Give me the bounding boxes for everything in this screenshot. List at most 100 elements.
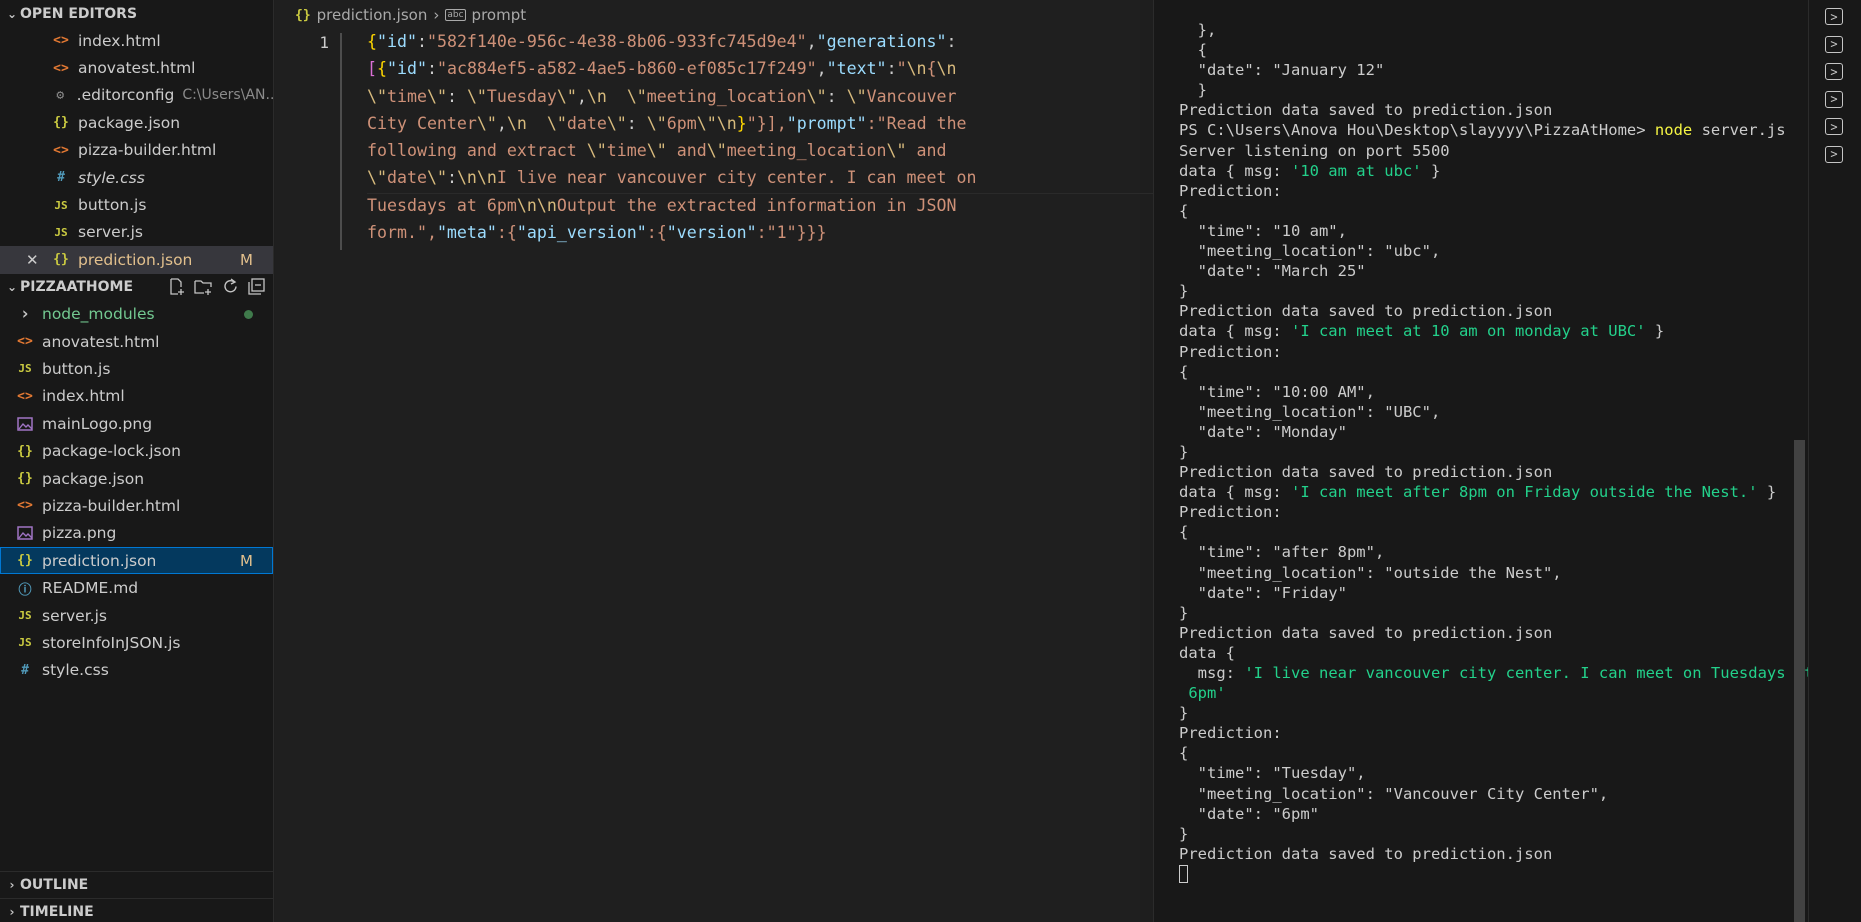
code-area[interactable]: {"id":"582f140e-956c-4e38-8b06-933fc745d… [367,28,1067,246]
chevron-down-icon: ⌄ [6,6,18,21]
chevron-right-icon: › [19,304,31,325]
code-line: \"date\":\n\nI live near vancouver city … [367,168,977,188]
code-line: Tuesdays at 6pm\n\nOutput the extracted … [367,195,957,215]
new-file-icon[interactable] [168,277,185,295]
open_editors-item[interactable]: <> index.html [0,27,273,54]
image-file-icon [14,417,36,431]
terminal-tab-icon[interactable]: > [1825,8,1843,25]
terminal-line: } [1179,81,1207,100]
breadcrumb-file[interactable]: prediction.json [317,6,428,24]
code-line: following and extract \"time\" and\"meet… [367,141,947,161]
terminal-output[interactable]: }, { "date": "January 12" } Prediction da… [1179,20,1814,884]
terminal-line: "meeting_location": "ubc", [1179,242,1441,261]
timeline-header[interactable]: › TIMELINE [0,898,274,922]
terminal-tab-icon[interactable]: > [1825,118,1843,135]
explorer-item[interactable]: {} package-lock.json [0,437,273,464]
explorer-item[interactable]: JS button.js [0,355,273,382]
chevron-right-icon: › [433,6,440,24]
file-name: package-lock.json [42,442,181,461]
terminal-tab-icon[interactable]: > [1825,63,1843,80]
html-file-icon: <> [53,142,69,158]
explorer-item[interactable]: › node_modules [0,301,273,328]
file-name: README.md [42,579,139,598]
terminal-line: data { msg: 'I can meet after 8pm on Fri… [1179,483,1777,502]
terminal-line: Prediction: [1179,181,1282,200]
open_editors-item[interactable]: <> anovatest.html [0,54,273,81]
terminal-line: { [1179,201,1189,220]
html-file-icon: <> [17,388,33,404]
chevron-right-icon: › [9,878,15,892]
terminal-tab-icon[interactable]: > [1825,90,1843,108]
terminal-line: } [1179,442,1189,461]
json-file-icon: {} [53,115,69,131]
terminal-scrollbar[interactable] [1794,440,1805,922]
open_editors-item[interactable]: {} package.json [0,109,273,136]
terminal-line: Prediction data saved to prediction.json [1179,302,1553,321]
terminal-line: Prediction data saved to prediction.json [1179,463,1553,482]
new-folder-icon[interactable] [194,278,213,295]
html-file-icon: <> [53,33,69,49]
explorer-item[interactable]: pizza.png [0,520,273,547]
file-name: server.js [78,223,143,242]
explorer-folder-header[interactable]: ⌄ PIZZAATHOME [0,274,273,301]
open-editors-header[interactable]: ⌄ OPEN EDITORS [0,0,273,27]
explorer-item[interactable]: ⓘ README.md [0,574,273,601]
file-name: prediction.json [42,551,157,570]
file-name: storeInfoInJSON.js [42,633,181,652]
terminal-line: "time": "10:00 AM", [1179,382,1375,401]
file-name: server.js [42,606,107,625]
terminal-line: { [1179,41,1207,60]
file-name: style.css [42,661,109,680]
file-name: anovatest.html [42,332,160,351]
terminal-line: "meeting_location": "Vancouver City Cent… [1179,784,1609,803]
outline-header[interactable]: › OUTLINE [0,871,274,898]
file-tree: › node_modules <> anovatest.html JS button.js… [0,301,273,684]
file-name: pizza-builder.html [78,141,217,160]
modified-badge: M [240,250,253,269]
html-file-icon: <> [17,334,33,350]
explorer-item[interactable]: JS storeInfoInJSON.js [0,629,273,656]
code-line: {"id":"582f140e-956c-4e38-8b06-933fc745d… [367,32,957,51]
open_editors-item[interactable]: <> pizza-builder.html [0,137,273,164]
explorer-item[interactable]: # style.css [0,657,273,684]
open_editors-item[interactable]: JS server.js [0,219,273,246]
gear-icon: ⚙ [56,87,65,103]
explorer-item[interactable]: {} prediction.json M [0,547,273,575]
refresh-icon[interactable] [222,277,239,295]
terminal-tab-icon[interactable]: > [1825,35,1843,53]
js-file-icon: JS [54,225,68,239]
explorer-item[interactable]: mainLogo.png [0,410,273,437]
terminal-line: PS C:\Users\Anova Hou\Desktop\slayyyy\Pi… [1179,121,1786,140]
terminal-line: "date": "6pm" [1179,804,1319,823]
info-icon: ⓘ [18,582,32,598]
js-file-icon: JS [18,609,32,622]
terminal-line: Server listening on port 5500 [1179,141,1450,160]
breadcrumb-symbol[interactable]: prompt [472,6,527,24]
terminal-line: data { msg: '10 am at ubc' } [1179,161,1441,180]
file-name: prediction.json [78,250,193,269]
css-file-icon: # [57,170,65,186]
terminal-line: Prediction: [1179,342,1282,361]
terminal-tab-icon[interactable]: > [1825,145,1843,163]
open_editors-item[interactable]: ✕ {} prediction.json M [0,246,273,274]
explorer-item[interactable]: JS server.js [0,602,273,629]
open_editors-item[interactable]: # style.css [0,164,273,191]
terminal-line [1179,864,1789,884]
terminal-line: Prediction data saved to prediction.json [1179,101,1553,120]
explorer-item[interactable]: <> index.html [0,383,273,410]
editor-pane: {} prediction.json › abc prompt 1 {"id":… [275,0,1430,922]
terminal-line: "date": "January 12" [1179,61,1385,80]
modified-badge: M [240,551,253,570]
close-icon[interactable]: ✕ [26,251,39,269]
chevron-down-icon: ⌄ [6,280,18,295]
terminal-cursor [1179,865,1188,884]
open_editors-item[interactable]: ⚙ .editorconfig C:\Users\AN... [0,82,273,109]
explorer-item[interactable]: <> anovatest.html [0,328,273,355]
json-file-icon: {} [53,252,69,268]
terminal-panel[interactable]: }, { "date": "January 12" } Prediction da… [1153,0,1814,922]
collapse-all-icon[interactable] [248,277,265,295]
open_editors-item[interactable]: JS button.js [0,191,273,218]
terminal-line: "time": "10 am", [1179,221,1347,240]
explorer-item[interactable]: {} package.json [0,465,273,492]
explorer-item[interactable]: <> pizza-builder.html [0,492,273,519]
